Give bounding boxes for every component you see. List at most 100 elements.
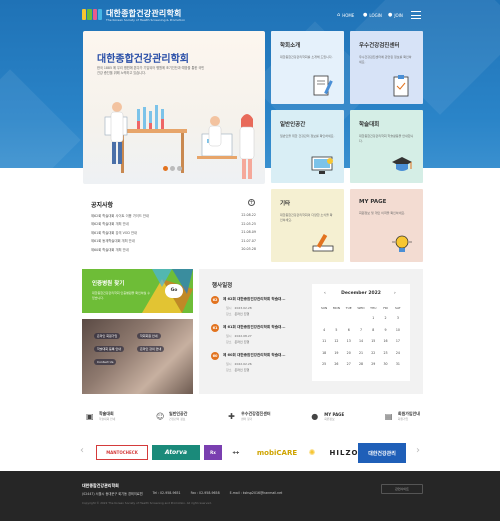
partner-logo[interactable]: MANTOCHECK bbox=[96, 445, 148, 460]
quick-link-sub: 학술대회 안내 bbox=[99, 417, 116, 421]
calendar-weekday: THU bbox=[370, 306, 377, 310]
pencil-ruler-icon bbox=[312, 233, 334, 252]
document-pen-icon bbox=[313, 75, 333, 96]
calendar-day[interactable]: 5 bbox=[330, 325, 342, 337]
site-header: 대한종합건강관리학회 The Korean Society of Health … bbox=[0, 0, 500, 30]
user-icon: ● bbox=[363, 12, 368, 18]
podium-icon: ▣ bbox=[86, 411, 94, 421]
tile-etc[interactable]: 기타 대한종합건강관리학회의 다양한 소식을 확인하세요. bbox=[271, 189, 344, 262]
calendar-weekday: MON bbox=[332, 306, 341, 310]
calendar-day[interactable]: 27 bbox=[343, 359, 355, 371]
calendar-day[interactable]: 23 bbox=[379, 348, 391, 360]
calendar-day[interactable]: 12 bbox=[330, 336, 342, 348]
notice-more-button[interactable]: + bbox=[248, 199, 255, 206]
partner-logo[interactable]: mobiCARE bbox=[252, 445, 302, 460]
schedule-panel: 행사일정 62 제 62회 대한종합건강관리학회 학술대... 일시 2023.0… bbox=[199, 269, 423, 394]
calendar-day[interactable]: 6 bbox=[343, 325, 355, 337]
calendar-day[interactable]: 1 bbox=[367, 313, 379, 325]
list-item[interactable]: 60 제 60회 대한종합건강관리학회 학술대... 일시 2022.02.26 장… bbox=[211, 351, 311, 379]
list-item[interactable]: 61 제 61회 대한종합건강관리학회 학술대... 일시 2022.08.27 장… bbox=[211, 323, 311, 351]
calendar-day[interactable]: 29 bbox=[367, 359, 379, 371]
calendar-day[interactable]: 13 bbox=[343, 336, 355, 348]
quick-link-label: MY PAGE bbox=[324, 411, 345, 417]
calendar-day[interactable]: 11 bbox=[318, 336, 330, 348]
calendar-weekday: SAT bbox=[395, 306, 401, 310]
partner-logo[interactable]: 대한건강관리 bbox=[358, 443, 406, 463]
logo-icon[interactable] bbox=[82, 9, 102, 20]
list-item[interactable]: 제60회 학술대회 개최 안내 20.05.28 bbox=[91, 245, 256, 254]
quick-link-1[interactable]: ☺ 일반인공간 건강관리 정보 bbox=[156, 406, 187, 426]
site-footer: 대한종합건강관리학회 (02447) 서울시 동대문구 회기동 경희의료원 Te… bbox=[0, 471, 500, 521]
calendar-day[interactable]: 31 bbox=[392, 359, 404, 371]
nav-home[interactable]: ⌂ HOME bbox=[337, 12, 354, 18]
calendar-day[interactable]: 4 bbox=[318, 325, 330, 337]
quick-link-2[interactable]: ✚ 우수건강검진센터 센터 찾기 bbox=[228, 406, 270, 426]
certified-hospital-banner[interactable]: 인증병원 찾기 대한종합건강관리학회 인증병원을 확인하실 수 있습니다. Go bbox=[82, 269, 193, 313]
list-item[interactable]: 제61회 동계학술대회 개최 안내 21.07.07 bbox=[91, 237, 256, 246]
quick-link-0[interactable]: ▣ 학술대회 학술대회 안내 bbox=[86, 406, 115, 426]
calendar-day[interactable]: 17 bbox=[392, 336, 404, 348]
banner-title: 대한종합건강관리학회 bbox=[97, 54, 189, 65]
nav-join[interactable]: ● JOIN bbox=[388, 12, 403, 18]
list-item[interactable]: 제62회 학술대회 사이트 이용 가이드 안내 22.08.22 bbox=[91, 211, 256, 220]
user-plus-icon: ● bbox=[388, 12, 393, 18]
person-icon: ● bbox=[311, 411, 319, 421]
calendar-day[interactable]: 26 bbox=[330, 359, 342, 371]
menu-icon[interactable] bbox=[411, 11, 421, 19]
banner-pagination[interactable] bbox=[163, 166, 182, 171]
chevron-right-icon[interactable]: › bbox=[394, 291, 396, 296]
calendar-day[interactable]: 14 bbox=[355, 336, 367, 348]
tile-public-space[interactable]: 일반인공간 일반인을 위한 건강관리 정보를 확인하세요. bbox=[271, 110, 344, 183]
chevron-left-icon[interactable]: ‹ bbox=[80, 445, 84, 456]
go-button[interactable]: Go bbox=[165, 284, 183, 298]
calendar-day[interactable]: 19 bbox=[330, 348, 342, 360]
banner-text: 한국 1885 에 우리 병원에 본다가 기입되어 병원에 조기진단과 예방을 … bbox=[97, 66, 205, 75]
calendar-day[interactable]: 24 bbox=[392, 348, 404, 360]
quick-link-4[interactable]: ▤ 회원가입안내 회원가입 bbox=[385, 406, 420, 426]
tile-conference[interactable]: 학술대회 대한종합건강관리학회 학술활동을 안내합니다. bbox=[350, 110, 423, 183]
calendar-day[interactable]: 28 bbox=[355, 359, 367, 371]
tile-excellent-center[interactable]: 우수건강검진센터 우수건강검진센터에 관련된 정보를 확인하세요. bbox=[350, 31, 423, 104]
calendar-day[interactable]: 20 bbox=[343, 348, 355, 360]
list-item[interactable]: 제61회 학술대회 강의 VOD 안내 21.08.09 bbox=[91, 228, 256, 237]
calendar-day[interactable]: 3 bbox=[392, 313, 404, 325]
calendar-day[interactable]: 9 bbox=[379, 325, 391, 337]
quick-link-3[interactable]: ● MY PAGE 회원정보 bbox=[311, 406, 344, 426]
link-conference-register[interactable]: 학술대회 등록 안내 bbox=[94, 346, 124, 352]
calendar-day[interactable]: 21 bbox=[355, 348, 367, 360]
calendar-day[interactable]: 25 bbox=[318, 359, 330, 371]
logo-subtitle: The Korean Society of Health Screening &… bbox=[106, 18, 185, 22]
calendar-day[interactable]: 15 bbox=[367, 336, 379, 348]
link-contact[interactable]: Contact Us bbox=[94, 359, 117, 365]
calendar-day[interactable]: 8 bbox=[367, 325, 379, 337]
people-icon: ☺ bbox=[156, 411, 165, 421]
calendar-day[interactable]: 30 bbox=[379, 359, 391, 371]
tile-about[interactable]: 학회소개 대한종합건강관리학회를 소개해 드립니다. bbox=[271, 31, 344, 104]
calendar-day bbox=[355, 313, 367, 325]
calendar-day bbox=[343, 313, 355, 325]
chevron-right-icon[interactable]: › bbox=[416, 445, 420, 456]
calendar-day[interactable]: 18 bbox=[318, 348, 330, 360]
calendar-day bbox=[330, 313, 342, 325]
list-item[interactable]: 제62회 학술대회 개최 안내 22.05.25 bbox=[91, 220, 256, 229]
tile-mypage[interactable]: MY PAGE 회원정보 및 개인 이력을 확인하세요. bbox=[350, 189, 423, 262]
family-site-select[interactable]: 관련사이트 bbox=[381, 484, 423, 494]
calendar-day[interactable]: 2 bbox=[379, 313, 391, 325]
link-member-guide[interactable]: 학회회원 안내 bbox=[137, 333, 161, 339]
member-card-icon: ▤ bbox=[384, 411, 393, 421]
calendar-day[interactable]: 7 bbox=[355, 325, 367, 337]
link-online-lecture[interactable]: 온라인 강의 안내 bbox=[137, 346, 165, 352]
nav-login[interactable]: ● LOGIN bbox=[363, 12, 382, 18]
partner-logo[interactable]: Atorva bbox=[152, 445, 200, 460]
link-online-join[interactable]: 온라인 회원가입 bbox=[94, 333, 121, 339]
footer-copyright: Copyright © 2022 The Korean Society of H… bbox=[82, 501, 212, 505]
partner-logo[interactable]: ✚✚ bbox=[226, 445, 246, 460]
calendar-day[interactable]: 16 bbox=[379, 336, 391, 348]
quick-link-sub: 건강관리 정보 bbox=[169, 417, 186, 421]
partner-logo[interactable]: Rx bbox=[204, 445, 222, 460]
list-item[interactable]: 62 제 62회 대한종합건강관리학회 학술대... 일시 2023.02.28 장… bbox=[211, 295, 311, 323]
calendar-day[interactable]: 22 bbox=[367, 348, 379, 360]
quick-links: ▣ 학술대회 학술대회 안내 ☺ 일반인공간 건강관리 정보 ✚ 우수건강검진센터 센터 찾기 ●… bbox=[86, 406, 420, 426]
calendar-day[interactable]: 10 bbox=[392, 325, 404, 337]
clipboard-check-icon bbox=[393, 75, 409, 97]
